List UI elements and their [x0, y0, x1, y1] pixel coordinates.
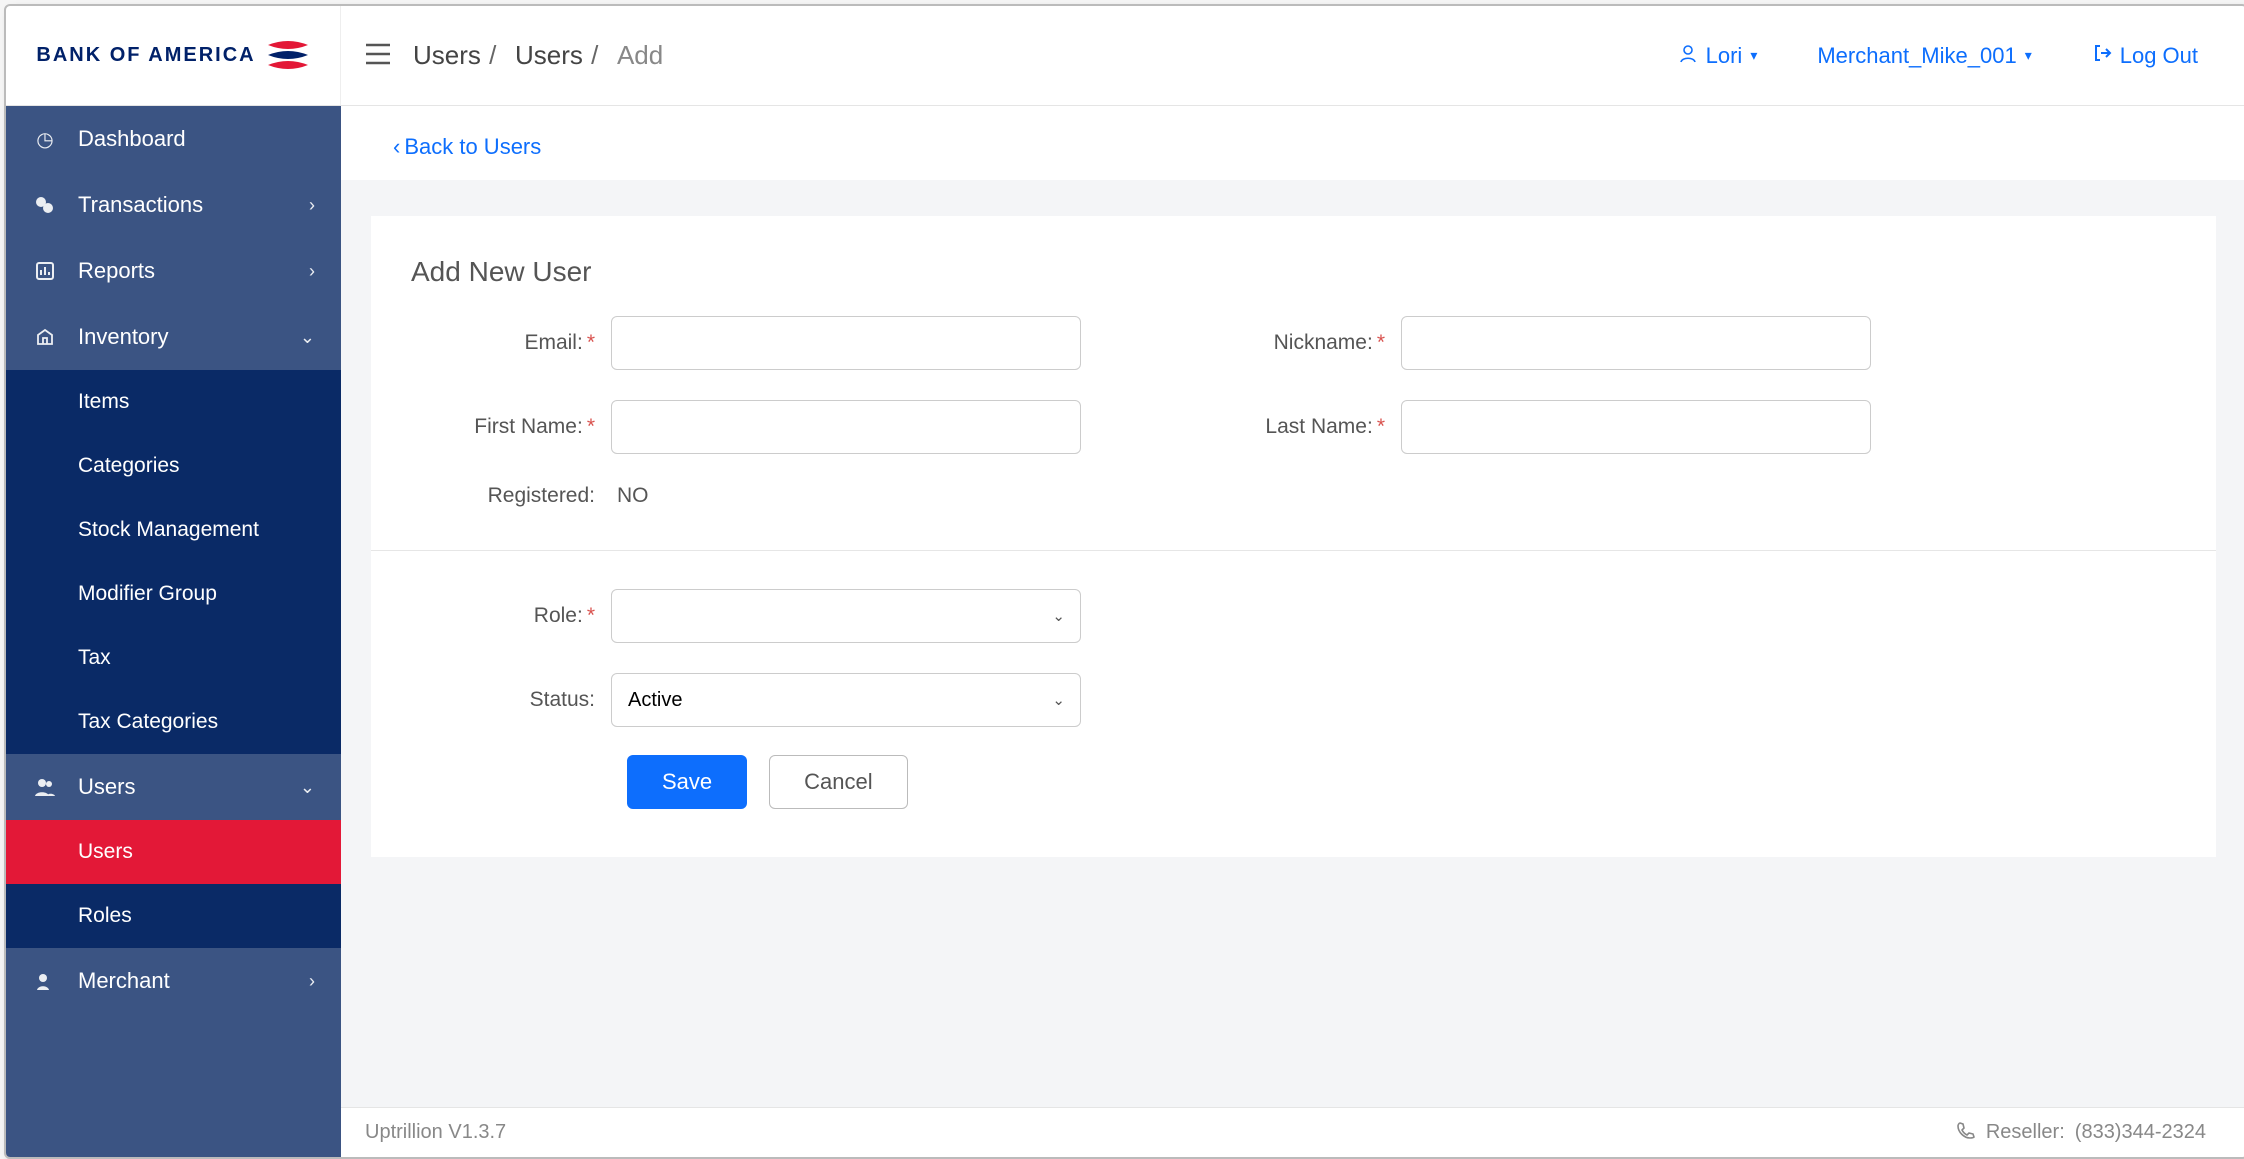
chevron-down-icon: ▾ [1750, 47, 1757, 64]
label-email: Email:* [411, 331, 611, 355]
nickname-field[interactable] [1401, 316, 1871, 370]
main: ‹ Back to Users Add New User Email:* Nic… [341, 106, 2244, 1157]
sidebar-sub-items[interactable]: Items [6, 370, 341, 434]
breadcrumb: Users / Users / Add [341, 40, 1678, 71]
app-window: BANK OF AMERICA Users / Users / A [4, 4, 2244, 1159]
topbar: BANK OF AMERICA Users / Users / A [6, 6, 2244, 106]
topbar-right: Lori ▾ Merchant_Mike_001 ▾ Log Out [1678, 43, 2244, 69]
chevron-down-icon: ⌄ [300, 327, 315, 348]
label-role: Role:* [411, 604, 611, 628]
chevron-right-icon: › [309, 971, 315, 992]
sidebar-sub-categories[interactable]: Categories [6, 434, 341, 498]
sidebar-item-merchant[interactable]: Merchant › [6, 948, 341, 1014]
breadcrumb-root[interactable]: Users [413, 40, 481, 70]
dashboard-icon: ◷ [32, 127, 58, 152]
cancel-button[interactable]: Cancel [769, 755, 907, 809]
reseller-label: Reseller: [1986, 1121, 2065, 1144]
status-select[interactable]: Active [611, 673, 1081, 727]
sidebar-item-dashboard[interactable]: ◷ Dashboard [6, 106, 341, 172]
sidebar-sub-tax-categories[interactable]: Tax Categories [6, 690, 341, 754]
sidebar-item-label: Transactions [78, 192, 203, 218]
chevron-right-icon: › [309, 261, 315, 282]
form-grid: Email:* Nickname:* First Name:* Last Nam… [411, 316, 2176, 508]
reseller-phone: (833)344-2324 [2075, 1121, 2206, 1144]
email-field[interactable] [611, 316, 1081, 370]
sidebar-sub-roles[interactable]: Roles [6, 884, 341, 948]
users-icon [32, 777, 58, 797]
label-last-name: Last Name:* [1081, 415, 1401, 439]
breadcrumb-parent[interactable]: Users [515, 40, 583, 70]
sidebar-inventory-group: Items Categories Stock Management Modifi… [6, 370, 341, 754]
sidebar-item-reports[interactable]: Reports › [6, 238, 341, 304]
sidebar-sub-tax[interactable]: Tax [6, 626, 341, 690]
version-text: Uptrillion V1.3.7 [365, 1121, 506, 1144]
backbar: ‹ Back to Users [341, 106, 2244, 180]
divider [371, 550, 2216, 551]
sidebar-sub-modifier[interactable]: Modifier Group [6, 562, 341, 626]
page-title: Add New User [411, 256, 2176, 288]
merchant-name: Merchant_Mike_001 [1817, 43, 2016, 69]
user-icon [1678, 43, 1698, 69]
sidebar-item-label: Merchant [78, 968, 170, 994]
sidebar-item-transactions[interactable]: Transactions › [6, 172, 341, 238]
label-registered: Registered: [411, 484, 611, 508]
last-name-field[interactable] [1401, 400, 1871, 454]
content: Add New User Email:* Nickname:* First Na… [341, 180, 2244, 1107]
sidebar-item-label: Dashboard [78, 126, 186, 152]
brand-name: BANK OF AMERICA [36, 44, 255, 67]
sidebar-item-label: Inventory [78, 324, 169, 350]
sidebar-users-group: Users Roles [6, 820, 341, 948]
merchant-menu[interactable]: Merchant_Mike_001 ▾ [1817, 43, 2031, 69]
phone-icon [1956, 1120, 1976, 1146]
sidebar-item-inventory[interactable]: Inventory ⌄ [6, 304, 341, 370]
reseller-info: Reseller: (833)344-2324 [1956, 1120, 2206, 1146]
registered-value: NO [611, 484, 1081, 508]
label-status: Status: [411, 688, 611, 712]
add-user-card: Add New User Email:* Nickname:* First Na… [371, 216, 2216, 857]
merchant-icon [32, 971, 58, 991]
back-to-users-link[interactable]: ‹ Back to Users [393, 134, 541, 160]
logout-button[interactable]: Log Out [2092, 43, 2198, 69]
sidebar: ◷ Dashboard Transactions › Reports › [6, 106, 341, 1157]
first-name-field[interactable] [611, 400, 1081, 454]
sidebar-sub-users[interactable]: Users [6, 820, 341, 884]
brand: BANK OF AMERICA [6, 6, 341, 105]
user-name: Lori [1706, 43, 1743, 69]
back-label: Back to Users [404, 134, 541, 160]
breadcrumb-separator: / [591, 40, 598, 70]
label-first-name: First Name:* [411, 415, 611, 439]
breadcrumb-current: Add [617, 40, 663, 70]
label-nickname: Nickname:* [1081, 331, 1401, 355]
role-select[interactable] [611, 589, 1081, 643]
menu-toggle-icon[interactable] [365, 43, 391, 69]
user-menu[interactable]: Lori ▾ [1678, 43, 1758, 69]
logout-label: Log Out [2120, 43, 2198, 69]
body: ◷ Dashboard Transactions › Reports › [6, 106, 2244, 1157]
sidebar-item-label: Reports [78, 258, 155, 284]
button-row: Save Cancel [627, 755, 2176, 809]
inventory-icon [32, 327, 58, 347]
transactions-icon [32, 194, 58, 216]
chevron-left-icon: ‹ [393, 134, 400, 160]
chevron-down-icon: ▾ [2025, 47, 2032, 64]
chevron-right-icon: › [309, 195, 315, 216]
save-button[interactable]: Save [627, 755, 747, 809]
brand-flag-icon [266, 41, 310, 71]
footer: Uptrillion V1.3.7 Reseller: (833)344-232… [341, 1107, 2244, 1157]
sidebar-item-users[interactable]: Users ⌄ [6, 754, 341, 820]
reports-icon [32, 261, 58, 281]
logout-icon [2092, 43, 2112, 69]
breadcrumb-separator: / [489, 40, 496, 70]
chevron-down-icon: ⌄ [300, 777, 315, 798]
sidebar-sub-stock[interactable]: Stock Management [6, 498, 341, 562]
sidebar-item-label: Users [78, 774, 135, 800]
form-grid-2: Role:* ⌄ Status: Active [411, 589, 2176, 727]
